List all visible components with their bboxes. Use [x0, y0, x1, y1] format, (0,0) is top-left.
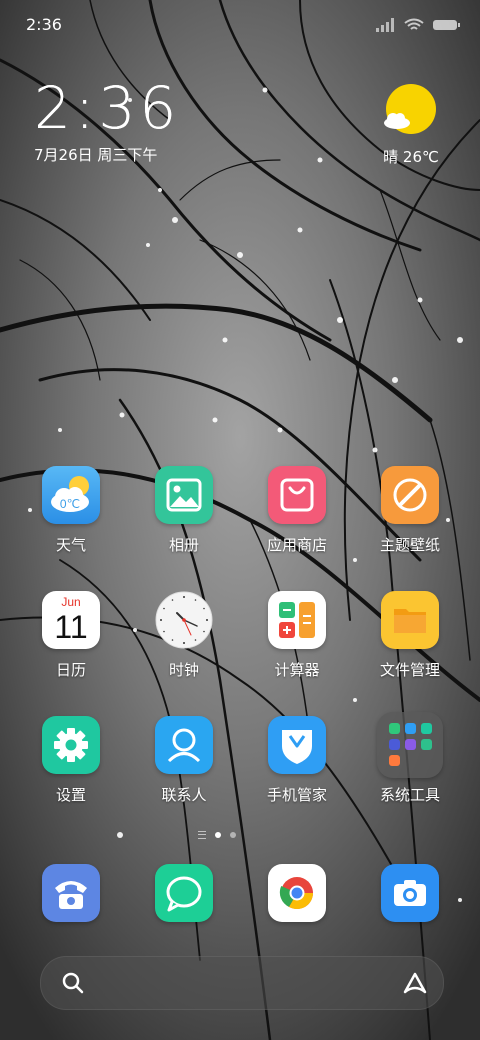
app-store[interactable]: 应用商店 [247, 466, 347, 554]
folder-grid-icon [377, 712, 443, 778]
app-label: 日历 [55, 661, 86, 679]
page-indicator[interactable] [198, 830, 236, 840]
app-label: 文件管理 [379, 661, 440, 679]
status-time: 2:36 [26, 15, 62, 34]
signal-icon [376, 18, 394, 32]
phone-icon [42, 864, 100, 922]
gear-icon [42, 716, 100, 774]
dock-camera[interactable] [360, 864, 460, 922]
app-contacts[interactable]: 联系人 [134, 716, 234, 804]
app-clock[interactable]: 时钟 [134, 591, 234, 679]
contacts-icon [155, 716, 213, 774]
weather-text: 晴 26℃ [383, 148, 439, 166]
search-bar[interactable] [40, 956, 444, 1010]
clock-widget[interactable]: 2:36 7月26日 周三下午 [34, 78, 180, 164]
app-label: 天气 [55, 536, 86, 554]
app-phone-manager[interactable]: 手机管家 [247, 716, 347, 804]
date-label: 7月26日 周三下午 [34, 146, 158, 164]
assistant-icon[interactable] [401, 970, 429, 996]
dock-messages[interactable] [134, 864, 234, 922]
wifi-icon [404, 18, 424, 30]
big-clock-time: 2:36 [34, 74, 181, 142]
status-icons [376, 16, 462, 34]
message-icon [155, 864, 213, 922]
app-settings[interactable]: 设置 [21, 716, 121, 804]
app-weather[interactable]: 0℃ 天气 [21, 466, 121, 554]
app-file-manager[interactable]: 文件管理 [360, 591, 460, 679]
battery-icon [433, 20, 460, 30]
sunny-cloud-icon [384, 84, 436, 134]
home-screen: 2:36 2:36 7月26日 周三下午 晴 26℃ 0℃ 天气 相册 应用商店… [0, 0, 480, 1040]
calendar-icon: Jun 11 [42, 591, 100, 649]
brush-icon [381, 466, 439, 524]
app-calendar[interactable]: Jun 11 日历 [21, 591, 121, 679]
calendar-day: 11 [54, 609, 87, 645]
app-label: 联系人 [161, 786, 207, 804]
weather-icon-temp: 0℃ [60, 497, 80, 511]
app-label: 手机管家 [266, 786, 327, 804]
clock-icon [155, 591, 213, 649]
app-calculator[interactable]: 计算器 [247, 591, 347, 679]
shopping-bag-icon [268, 466, 326, 524]
app-label: 设置 [55, 786, 86, 804]
app-system-tools[interactable]: 系统工具 [360, 712, 460, 804]
app-label: 时钟 [168, 661, 199, 679]
folder-icon [381, 591, 439, 649]
chrome-icon [268, 864, 326, 922]
calculator-icon [268, 591, 326, 649]
weather-widget[interactable]: 晴 26℃ [376, 84, 446, 167]
camera-icon [381, 864, 439, 922]
app-label: 主题壁纸 [379, 536, 440, 554]
page-dot-active [215, 832, 221, 838]
app-gallery[interactable]: 相册 [134, 466, 234, 554]
dock-phone[interactable] [21, 864, 121, 922]
weather-icon: 0℃ [42, 466, 100, 524]
app-label: 相册 [168, 536, 199, 554]
shield-icon [268, 716, 326, 774]
status-bar: 2:36 [0, 0, 480, 40]
page-menu-icon [198, 831, 206, 839]
app-label: 计算器 [274, 661, 320, 679]
page-dot [230, 832, 236, 838]
app-themes[interactable]: 主题壁纸 [360, 466, 460, 554]
gallery-icon [155, 466, 213, 524]
calendar-month: Jun [61, 595, 80, 609]
search-icon[interactable] [60, 970, 86, 996]
app-label: 应用商店 [266, 536, 327, 554]
app-label: 系统工具 [379, 786, 440, 804]
dock-browser[interactable] [247, 864, 347, 922]
